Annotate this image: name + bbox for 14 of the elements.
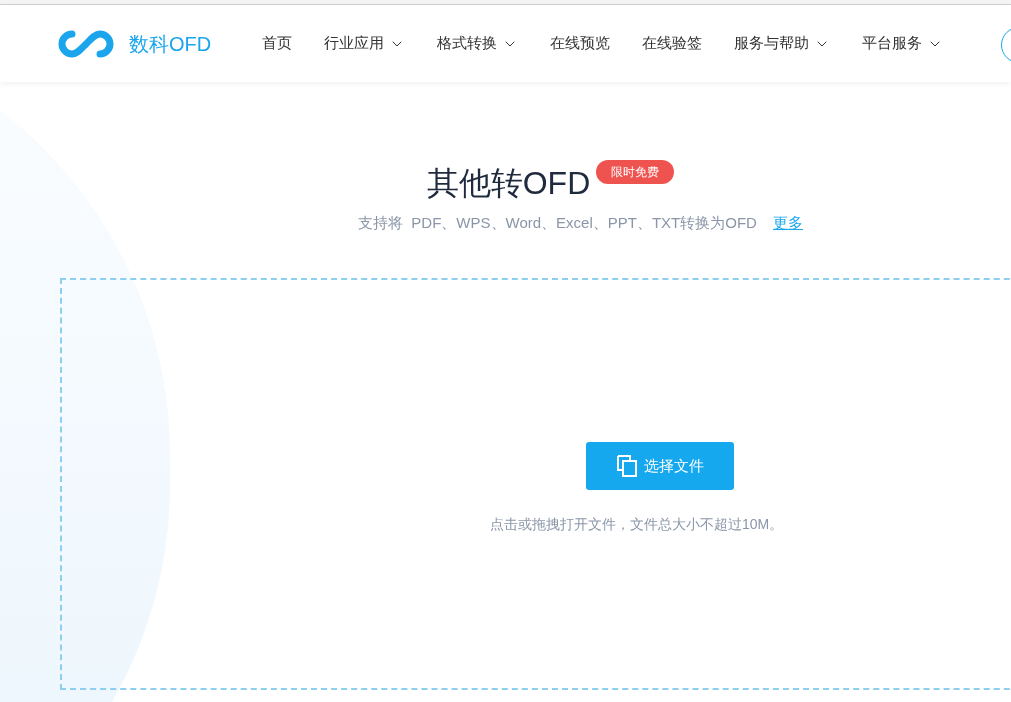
nav-link[interactable]: 首页 [262,32,292,55]
nav-link[interactable]: 在线验签 [642,32,702,55]
subtitle: 支持将 PDF、WPS、Word、Excel、PPT、TXT转换为OFD [358,213,757,233]
page-title: 其他转OFD [426,164,591,203]
nav-link[interactable]: 平台服务 [862,32,943,55]
nav-link[interactable]: 服务与帮助 [734,32,830,55]
nav-link[interactable]: 格式转换 [437,32,518,55]
logo-text: 数科OFD [129,31,212,57]
infinity-logo-icon [57,29,115,58]
nav-link[interactable]: 行业应用 [324,32,405,55]
copy-icon [616,454,638,478]
nav-link[interactable]: 在线预览 [550,32,610,55]
free-badge: 限时免费 [596,160,675,184]
upload-hint: 点击或拖拽打开文件，文件总大小不超过10M。 [490,515,784,534]
